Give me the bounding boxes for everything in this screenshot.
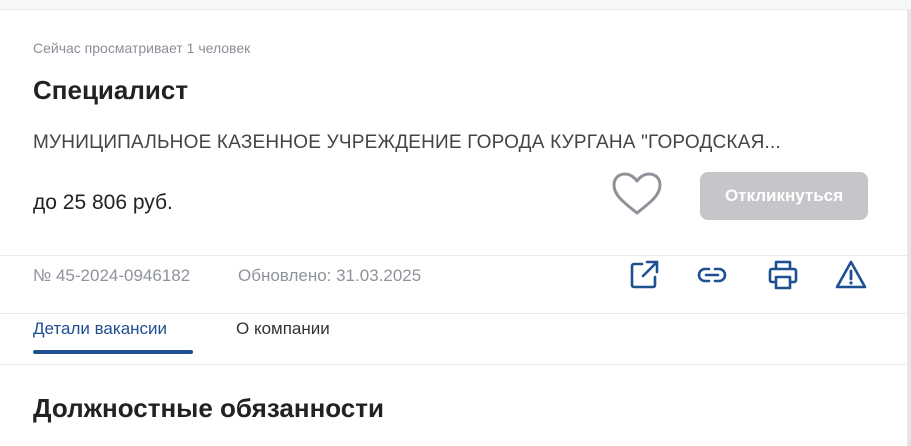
warning-icon	[835, 260, 867, 289]
print-button[interactable]	[765, 257, 801, 293]
divider	[0, 313, 908, 314]
external-link-icon	[630, 260, 659, 289]
salary: до 25 806 руб.	[33, 191, 173, 214]
heart-icon	[612, 172, 662, 215]
report-button[interactable]	[833, 257, 869, 293]
copy-link-button[interactable]	[694, 257, 730, 293]
link-icon	[697, 267, 727, 283]
favorite-button[interactable]	[609, 171, 665, 217]
divider	[0, 364, 908, 365]
updated-date: Обновлено: 31.03.2025	[238, 266, 422, 285]
tab-vacancy-details[interactable]: Детали вакансии	[33, 318, 167, 340]
open-in-new-tab-button[interactable]	[626, 257, 662, 293]
vacancy-title: Специалист	[33, 75, 189, 105]
section-title-duties: Должностные обязанности	[33, 393, 384, 423]
print-icon	[768, 260, 798, 290]
company-name[interactable]: МУНИЦИПАЛЬНОЕ КАЗЕННОЕ УЧРЕЖДЕНИЕ ГОРОДА…	[33, 131, 873, 155]
vacancy-number: № 45-2024-0946182	[33, 266, 191, 285]
top-strip	[0, 0, 911, 10]
divider	[0, 255, 908, 256]
active-tab-indicator	[33, 350, 193, 354]
respond-button[interactable]: Откликнуться	[700, 172, 868, 220]
viewers-count: Сейчас просматривает 1 человек	[33, 40, 251, 56]
tab-about-company[interactable]: О компании	[236, 318, 330, 340]
